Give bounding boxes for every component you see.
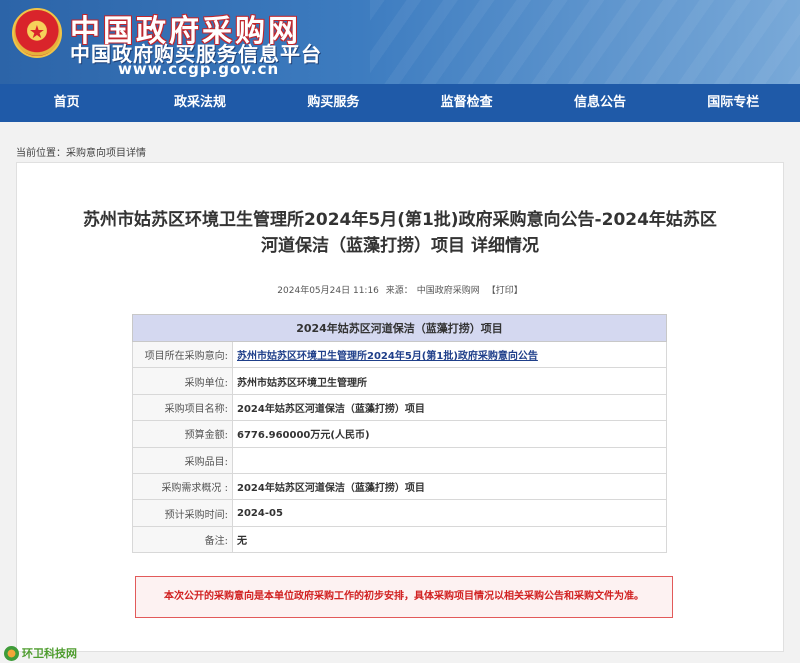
article-meta: 2024年05月24日 11:16 来源： 中国政府采购网 【打印】 bbox=[17, 283, 783, 296]
source-name: 中国政府采购网 bbox=[416, 286, 480, 296]
table-row: 备注: 无 bbox=[132, 525, 667, 554]
site-header: ★ 中国政府采购网 中国政府购买服务信息平台 www.ccgp.gov.cn bbox=[0, 0, 800, 84]
header-pattern bbox=[370, 0, 800, 84]
watermark-logo-icon bbox=[4, 645, 19, 661]
table-header: 2024年姑苏区河道保洁（蓝藻打捞）项目 bbox=[132, 314, 667, 342]
watermark: 环卫科技网 bbox=[4, 645, 77, 661]
table-row: 采购项目名称: 2024年姑苏区河道保洁（蓝藻打捞）项目 bbox=[132, 393, 667, 422]
table-row: 采购单位: 苏州市姑苏区环境卫生管理所 bbox=[132, 367, 667, 395]
notice-box: 本次公开的采购意向是本单位政府采购工作的初步安排，具体采购项目情况以相关采购公告… bbox=[135, 576, 673, 618]
print-link[interactable]: 【打印】 bbox=[487, 286, 523, 296]
row-label: 项目所在采购意向: bbox=[132, 340, 233, 369]
breadcrumb: 当前位置：采购意向项目详情 bbox=[16, 144, 146, 159]
row-label: 备注: bbox=[132, 525, 233, 554]
source-label: 来源： bbox=[385, 286, 413, 296]
row-label: 采购需求概况 : bbox=[132, 472, 233, 501]
row-value: 无 bbox=[232, 525, 667, 554]
page-title-line2: 河道保洁（蓝藻打捞）项目 详细情况 bbox=[261, 236, 539, 256]
watermark-text: 环卫科技网 bbox=[22, 647, 77, 660]
nav-item-purchase-services[interactable]: 购买服务 bbox=[267, 84, 400, 122]
row-value: 2024年姑苏区河道保洁（蓝藻打捞）项目 bbox=[232, 472, 667, 501]
nav-item-home[interactable]: 首页 bbox=[0, 84, 133, 122]
row-label: 采购品目: bbox=[132, 446, 233, 474]
breadcrumb-link[interactable]: 采购意向项目详情 bbox=[66, 148, 146, 159]
table-row: 预计采购时间: 2024-05 bbox=[132, 499, 667, 527]
intent-announcement-link[interactable]: 苏州市姑苏区环境卫生管理所2024年5月(第1批)政府采购意向公告 bbox=[237, 351, 538, 362]
main-nav: 首页 政采法规 购买服务 监督检查 信息公告 国际专栏 bbox=[0, 84, 800, 122]
row-value bbox=[232, 446, 667, 474]
row-label: 采购项目名称: bbox=[132, 393, 233, 422]
table-row: 项目所在采购意向: 苏州市姑苏区环境卫生管理所2024年5月(第1批)政府采购意… bbox=[132, 340, 667, 369]
row-value: 2024-05 bbox=[232, 499, 667, 527]
nav-item-regulations[interactable]: 政采法规 bbox=[133, 84, 266, 122]
page-title-line1: 苏州市姑苏区环境卫生管理所2024年5月(第1批)政府采购意向公告-2024年姑… bbox=[83, 210, 717, 230]
national-emblem-icon: ★ bbox=[12, 8, 62, 58]
row-label: 采购单位: bbox=[132, 367, 233, 395]
table-row: 采购品目: bbox=[132, 446, 667, 474]
row-value: 苏州市姑苏区环境卫生管理所2024年5月(第1批)政府采购意向公告 bbox=[232, 340, 667, 369]
page-title: 苏州市姑苏区环境卫生管理所2024年5月(第1批)政府采购意向公告-2024年姑… bbox=[17, 207, 783, 259]
row-value: 2024年姑苏区河道保洁（蓝藻打捞）项目 bbox=[232, 393, 667, 422]
breadcrumb-prefix: 当前位置： bbox=[16, 148, 66, 159]
row-value: 苏州市姑苏区环境卫生管理所 bbox=[232, 367, 667, 395]
nav-item-supervision[interactable]: 监督检查 bbox=[400, 84, 533, 122]
publish-date: 2024年05月24日 11:16 bbox=[277, 286, 379, 296]
nav-item-announcements[interactable]: 信息公告 bbox=[533, 84, 666, 122]
content-panel: 苏州市姑苏区环境卫生管理所2024年5月(第1批)政府采购意向公告-2024年姑… bbox=[16, 162, 784, 652]
detail-table: 2024年姑苏区河道保洁（蓝藻打捞）项目 项目所在采购意向: 苏州市姑苏区环境卫… bbox=[132, 314, 667, 554]
row-value: 6776.960000万元(人民币) bbox=[232, 420, 667, 448]
site-url: www.ccgp.gov.cn bbox=[118, 60, 280, 78]
row-label: 预算金额: bbox=[132, 420, 233, 448]
nav-item-international[interactable]: 国际专栏 bbox=[667, 84, 800, 122]
table-row: 预算金额: 6776.960000万元(人民币) bbox=[132, 420, 667, 448]
table-row: 采购需求概况 : 2024年姑苏区河道保洁（蓝藻打捞）项目 bbox=[132, 472, 667, 501]
row-label: 预计采购时间: bbox=[132, 499, 233, 527]
